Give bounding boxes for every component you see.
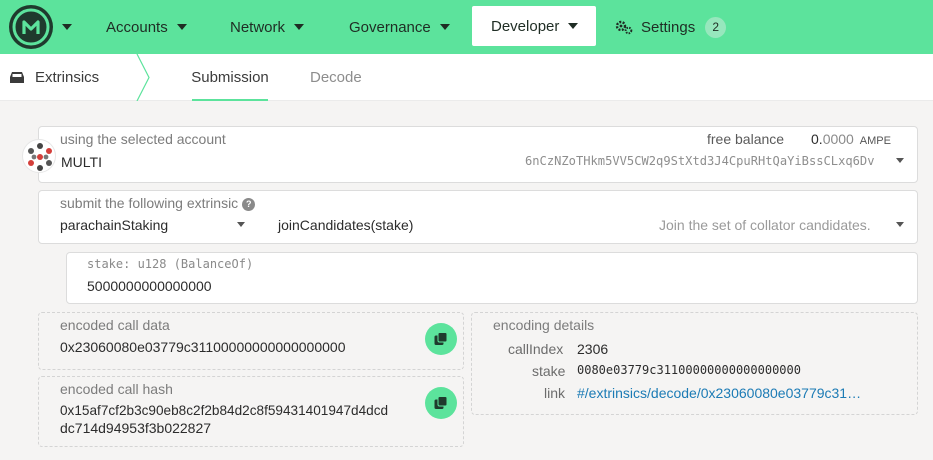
extrinsic-label: submit the following extrinsic? [60, 195, 256, 211]
top-navbar: Accounts Network Governance Developer Se… [0, 0, 933, 54]
chevron-down-icon [568, 23, 579, 29]
nav-developer-label: Developer [491, 17, 560, 35]
call-hash-label: encoded call hash [60, 381, 173, 397]
nav-settings[interactable]: Settings 2 [615, 0, 727, 54]
account-dropdown-caret-icon[interactable] [896, 158, 904, 163]
nav-network[interactable]: Network [230, 0, 305, 54]
account-address: 6nCzNZoTHkm5VV5CW2q9StXtd3J4CpuRHtQaYiBs… [525, 154, 875, 168]
chevron-down-icon [439, 24, 450, 30]
chevron-down-icon [294, 24, 305, 30]
stake-param-label: stake: u128 (BalanceOf) [87, 257, 254, 271]
method-dropdown-caret-icon[interactable] [896, 222, 904, 227]
account-name: MULTI [61, 154, 102, 170]
account-identicon [22, 139, 56, 173]
call-hash-line-2: dc714d94953f3b022827 [60, 420, 212, 436]
section-title: Extrinsics [35, 69, 100, 86]
nav-network-label: Network [230, 18, 286, 36]
nav-accounts-label: Accounts [106, 18, 168, 36]
inbox-icon [10, 72, 24, 83]
tab-decode[interactable]: Decode [310, 54, 362, 101]
extrinsic-label-text: submit the following extrinsic [60, 195, 239, 211]
account-label: using the selected account [60, 131, 226, 147]
method-description: Join the set of collator candidates. [659, 217, 871, 233]
tab-submission[interactable]: Submission [165, 54, 295, 101]
balance-unit: AMPE [859, 135, 891, 147]
stake-input[interactable]: 5000000000000000 [87, 278, 212, 294]
nav-governance-label: Governance [349, 18, 431, 36]
settings-count-badge: 2 [705, 16, 727, 38]
chain-selector-chevron-icon[interactable] [61, 18, 73, 36]
call-data-value: 0x23060080e03779c31100000000000000000 [60, 339, 346, 355]
section-extrinsics: Extrinsics [10, 54, 99, 101]
copy-call-data-button[interactable] [425, 323, 457, 355]
nav-settings-label: Settings [641, 18, 696, 36]
copy-icon [434, 332, 448, 345]
tab-submission-label: Submission [191, 69, 269, 86]
sub-navbar: Extrinsics Submission Decode [0, 54, 933, 101]
app-logo[interactable] [9, 5, 53, 49]
logo-icon [12, 8, 50, 46]
nav-developer[interactable]: Developer [472, 6, 597, 46]
free-balance-value: 0.0000 AMPE [811, 131, 891, 147]
decode-link[interactable]: #/extrinsics/decode/0x23060080e03779c31… [577, 385, 861, 401]
help-icon[interactable]: ? [242, 197, 256, 211]
encoding-details-title: encoding details [493, 317, 595, 333]
call-data-label: encoded call data [60, 317, 170, 333]
copy-call-hash-button[interactable] [425, 387, 457, 419]
call-hash-line-1: 0x15af7cf2b3c90eb8c2f2b84d2c8f5943140194… [60, 403, 389, 418]
stake-label: stake [532, 363, 566, 379]
identicon-icon [28, 143, 52, 171]
free-balance-label: free balance [707, 131, 785, 147]
copy-icon [434, 396, 448, 409]
method-select[interactable]: joinCandidates(stake) [278, 217, 413, 233]
balance-integer: 0. [811, 131, 823, 147]
link-label: link [544, 385, 566, 401]
chevron-down-icon [176, 24, 187, 30]
module-select[interactable]: parachainStaking [60, 217, 168, 233]
call-index-label: callIndex [508, 341, 564, 357]
stake-encoded-value: 0080e03779c31100000000000000000 [577, 363, 801, 377]
call-index-value: 2306 [577, 341, 609, 357]
tab-decode-label: Decode [310, 69, 362, 86]
module-dropdown-caret-icon[interactable] [237, 222, 245, 227]
nav-governance[interactable]: Governance [349, 0, 450, 54]
breadcrumb-separator [136, 54, 150, 101]
balance-decimals: 0000 [822, 131, 854, 147]
gears-icon [615, 20, 633, 35]
nav-accounts[interactable]: Accounts [106, 0, 187, 54]
